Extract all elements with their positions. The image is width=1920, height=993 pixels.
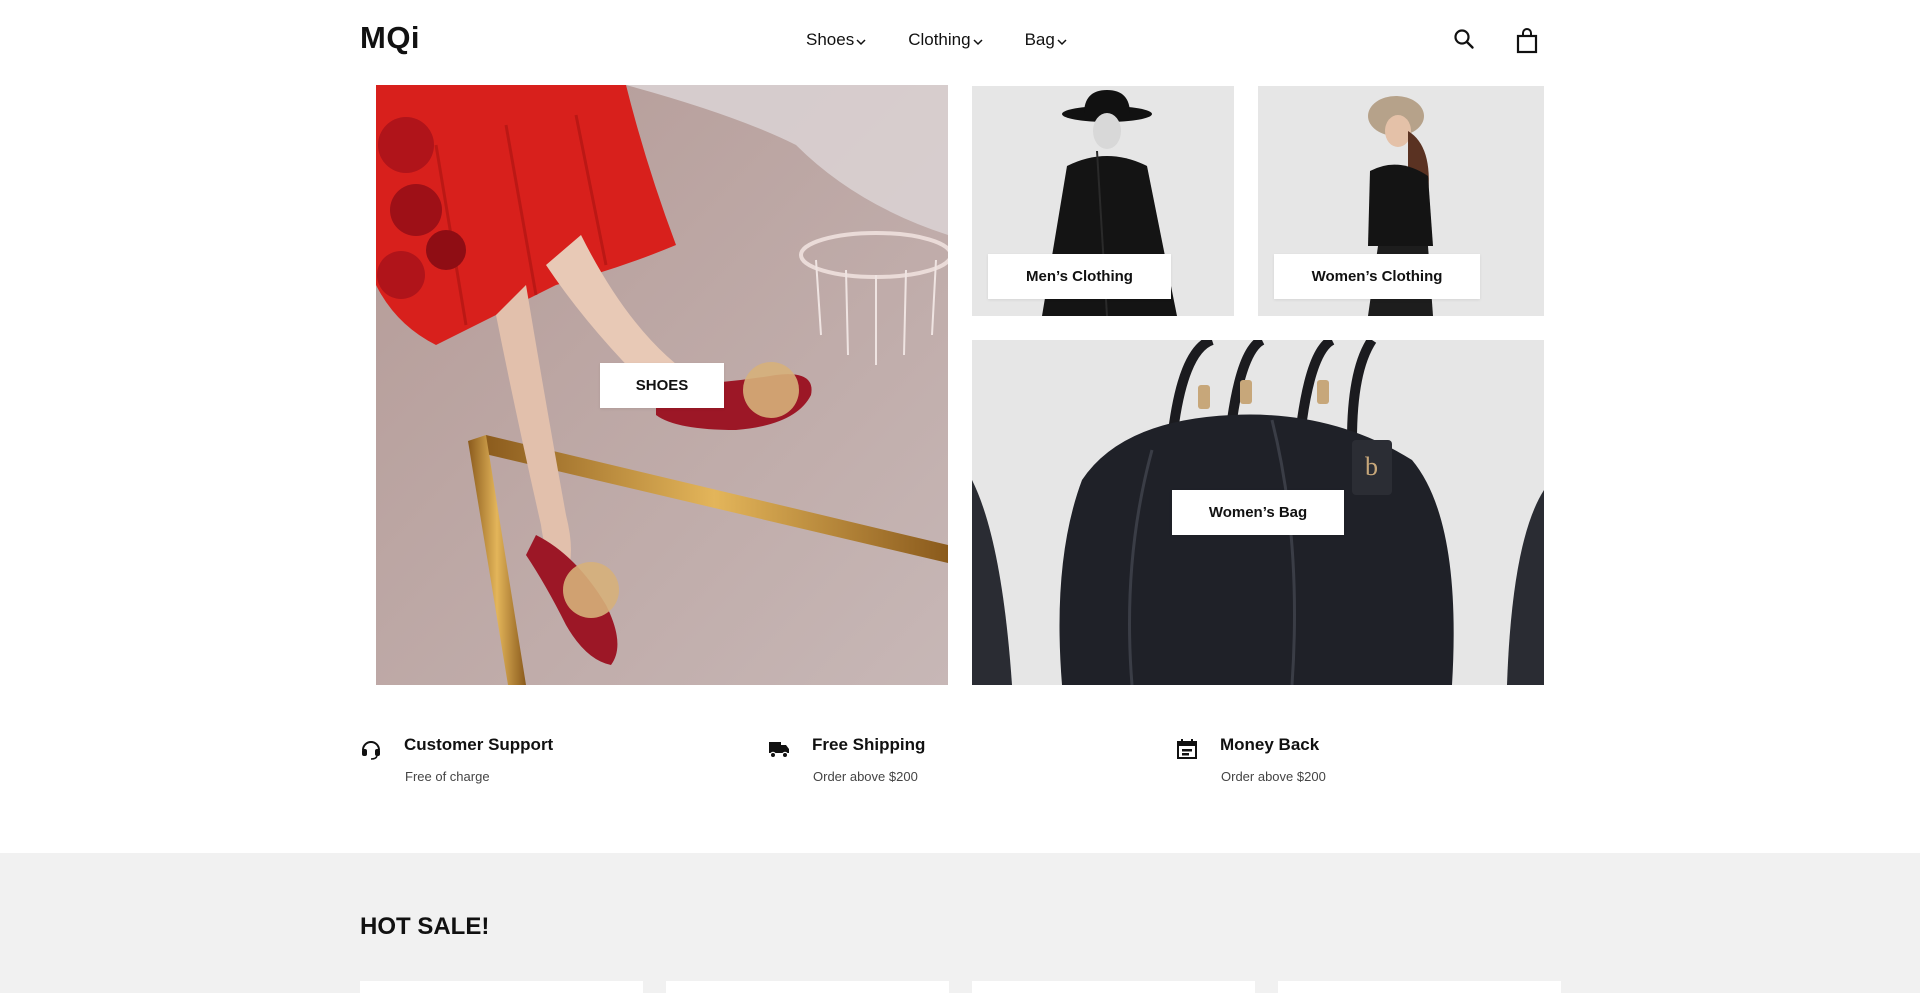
chevron-down-icon [1057,38,1067,45]
product-card[interactable] [1278,981,1561,993]
chevron-down-icon [973,38,983,45]
brand-logo[interactable]: MQi [360,20,420,56]
feature-free-shipping: Free Shipping Order above $200 [768,735,1088,795]
womens-clothing-label-button[interactable]: Women’s Clothing [1274,254,1480,299]
feature-title: Customer Support [404,735,554,754]
feature-money-back: Money Back Order above $200 [1176,735,1496,795]
womens-bag-tile[interactable]: b Women’s Bag [972,340,1544,685]
truck-icon [769,742,789,759]
svg-text:b: b [1365,452,1378,481]
money-calendar-icon [1177,739,1197,759]
feature-title: Money Back [1220,735,1320,754]
mens-clothing-tile[interactable]: Men’s Clothing [972,86,1234,316]
feature-customer-support: Customer Support Free of charge [360,735,680,795]
nav-item-clothing[interactable]: Clothing [908,30,983,50]
feature-subtitle: Order above $200 [1221,769,1326,784]
mens-clothing-label-button[interactable]: Men’s Clothing [988,254,1171,299]
feature-subtitle: Order above $200 [813,769,918,784]
chevron-down-icon [856,38,866,45]
product-card[interactable] [666,981,949,993]
womens-bag-label-button[interactable]: Women’s Bag [1172,490,1344,535]
product-card[interactable] [972,981,1255,993]
nav-item-label: Clothing [908,30,971,49]
feature-title: Free Shipping [812,735,926,754]
nav-item-label: Shoes [806,30,855,49]
nav-item-label: Bag [1024,30,1055,49]
hot-sale-section: HOT SALE! [0,853,1920,993]
main-nav: Shoes Clothing Bag [806,30,1067,50]
feature-subtitle: Free of charge [405,769,490,784]
shopping-bag-icon[interactable] [1516,28,1538,54]
shoes-category-tile[interactable]: SHOES [376,85,948,685]
headset-icon [362,741,380,760]
shoes-label-button[interactable]: SHOES [600,363,724,408]
site-header: MQi Shoes Clothing Bag [0,0,1920,84]
womens-clothing-tile[interactable]: Women’s Clothing [1258,86,1544,316]
nav-item-shoes[interactable]: Shoes [806,30,866,50]
nav-item-bag[interactable]: Bag [1025,30,1067,50]
search-icon[interactable] [1453,28,1475,50]
product-card[interactable] [360,981,643,993]
hot-sale-title: HOT SALE! [360,913,490,940]
